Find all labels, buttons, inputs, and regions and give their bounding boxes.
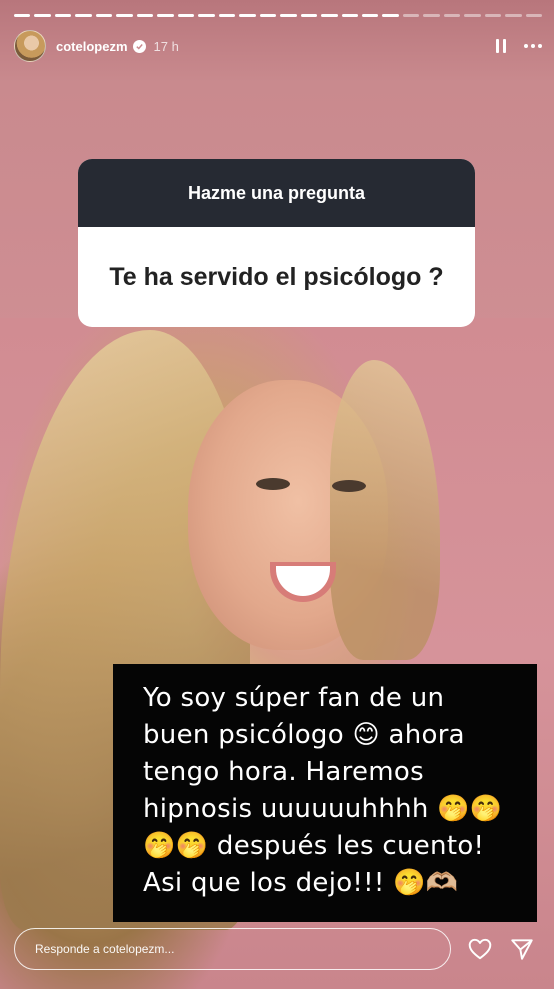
photo-eye-left [256,478,290,490]
story-progress-bar [14,14,543,17]
progress-segment [382,14,399,17]
heart-icon[interactable] [467,936,493,962]
progress-segment [218,14,236,17]
progress-segment [464,14,481,17]
caption-text: Yo soy súper fan de un buen psicólogo 😊 … [143,683,503,898]
progress-segment [423,14,440,17]
progress-segment [505,14,522,17]
story-viewer[interactable]: cotelopezm 17 h Hazme una pregunta Te ha… [0,0,554,989]
progress-segment [136,14,154,17]
more-icon[interactable] [524,44,542,48]
header-actions [496,39,542,53]
progress-segment [321,14,338,17]
avatar[interactable] [14,30,46,62]
progress-segment [157,14,174,17]
progress-segment [361,14,379,17]
caption-box: Yo soy súper fan de un buen psicólogo 😊 … [113,664,537,922]
progress-segment [300,14,318,17]
send-icon[interactable] [509,936,535,962]
progress-segment [54,14,72,17]
reply-placeholder: Responde a cotelopezm... [35,942,175,956]
progress-segment [239,14,256,17]
question-sticker[interactable]: Hazme una pregunta Te ha servido el psic… [78,159,475,327]
progress-segment [259,14,277,17]
progress-segment [177,14,195,17]
progress-segment [280,14,297,17]
progress-segment [14,14,31,17]
progress-segment [402,14,420,17]
photo-eye-right [332,480,366,492]
progress-segment [525,14,543,17]
question-sticker-question: Te ha servido el psicólogo ? [109,262,444,291]
verified-icon [132,39,146,53]
question-sticker-title: Hazme una pregunta [78,159,475,227]
progress-segment [341,14,358,17]
reply-input[interactable]: Responde a cotelopezm... [14,928,451,970]
progress-segment [443,14,461,17]
progress-segment [34,14,51,17]
progress-segment [116,14,133,17]
story-header: cotelopezm 17 h [14,28,542,64]
username[interactable]: cotelopezm [56,39,128,54]
story-time: 17 h [153,38,179,54]
pause-icon[interactable] [496,39,506,53]
reply-bar: Responde a cotelopezm... [14,927,542,971]
progress-segment [75,14,92,17]
progress-segment [95,14,113,17]
progress-segment [484,14,502,17]
progress-segment [198,14,215,17]
